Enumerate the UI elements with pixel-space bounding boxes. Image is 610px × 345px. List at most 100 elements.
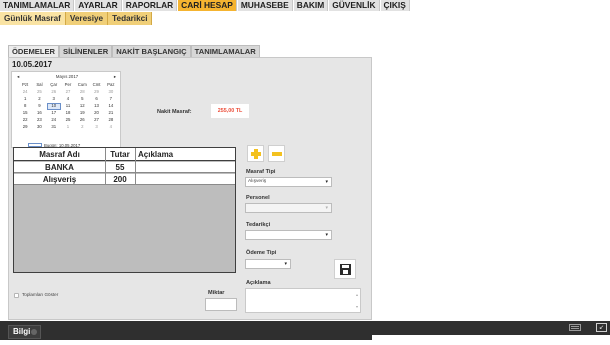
calendar[interactable]: ◂ Mayıs 2017 ▸ Pzt Sal Çar Per Cum Cmt Paz 24 25…	[11, 71, 121, 148]
odeme-tipi-select[interactable]: ▾	[245, 259, 291, 269]
tab-strip: ÖDEMELER SİLİNENLER NAKİT BAŞLANGIÇ TANI…	[8, 45, 260, 57]
table-row[interactable]: BANKA 55	[14, 162, 235, 173]
calendar-day[interactable]: 12	[75, 103, 89, 110]
calendar-day[interactable]: 1	[61, 124, 75, 131]
cell-note	[135, 162, 235, 172]
calendar-day[interactable]: 20	[89, 110, 103, 117]
calendar-day[interactable]: 5	[75, 96, 89, 103]
menu-guvenlik[interactable]: GÜVENLİK	[329, 0, 380, 11]
scroll-up-icon[interactable]: ▴	[356, 292, 358, 297]
menu-raporlar[interactable]: RAPORLAR	[122, 0, 178, 11]
calendar-next-icon[interactable]: ▸	[114, 74, 116, 80]
info-button[interactable]: Bilgi	[8, 325, 41, 339]
calendar-day[interactable]: 27	[61, 89, 75, 96]
calendar-day[interactable]: 27	[89, 117, 103, 124]
personel-select[interactable]: ▾	[245, 203, 332, 213]
aciklama-label: Açıklama	[246, 280, 271, 286]
calendar-day[interactable]: 25	[61, 117, 75, 124]
info-label: Bilgi	[13, 327, 31, 336]
calendar-day[interactable]: 28	[75, 89, 89, 96]
calendar-day[interactable]: 14	[104, 103, 118, 110]
calendar-weekday: Per	[64, 82, 72, 87]
calendar-day[interactable]: 4	[104, 124, 118, 131]
tab-odemeler[interactable]: ÖDEMELER	[8, 45, 60, 57]
submenu-gunluk-masraf[interactable]: Günlük Masraf	[0, 12, 66, 25]
tab-silinenler[interactable]: SİLİNENLER	[59, 45, 113, 57]
chevron-down-icon: ▾	[284, 261, 287, 267]
calendar-day[interactable]: 18	[61, 110, 75, 117]
submenu-veresiye[interactable]: Veresiye	[65, 12, 109, 25]
column-header-note[interactable]: Açıklama	[135, 148, 235, 160]
menu-tanimlamalar[interactable]: TANIMLAMALAR	[0, 0, 75, 11]
calendar-day[interactable]: 2	[32, 96, 46, 103]
calendar-day[interactable]: 15	[18, 110, 32, 117]
cell-name: Alışveriş	[42, 175, 77, 184]
calendar-day[interactable]: 1	[18, 96, 32, 103]
calendar-day[interactable]: 23	[32, 117, 46, 124]
masraf-tipi-select[interactable]: Alışveriş ▾	[245, 177, 332, 187]
calendar-day[interactable]: 11	[61, 103, 75, 110]
calendar-day[interactable]: 26	[47, 89, 61, 96]
calendar-day[interactable]: 9	[32, 103, 46, 110]
tab-tanimlamalar[interactable]: TANIMLAMALAR	[190, 45, 260, 57]
personel-label: Personel	[246, 195, 270, 201]
calendar-day[interactable]: 17	[47, 110, 61, 117]
menu-cari-hesap[interactable]: CARİ HESAP	[178, 0, 237, 11]
calendar-day[interactable]: 2	[75, 124, 89, 131]
calendar-day[interactable]: 30	[32, 124, 46, 131]
add-button[interactable]	[247, 145, 264, 162]
cell-amount: 200	[113, 175, 127, 184]
expand-icon[interactable]: ↙	[596, 323, 607, 332]
calendar-day[interactable]: 31	[47, 124, 61, 131]
column-header-amount[interactable]: Tutar	[105, 148, 135, 160]
keyboard-icon[interactable]	[569, 324, 581, 331]
calendar-day[interactable]: 28	[104, 117, 118, 124]
submenu-tedarikci[interactable]: Tedarikci	[108, 12, 153, 25]
calendar-day[interactable]: 16	[32, 110, 46, 117]
calendar-day[interactable]: 29	[89, 89, 103, 96]
show-totals-checkbox[interactable]	[14, 293, 19, 298]
calendar-day[interactable]: 6	[89, 96, 103, 103]
menu-muhasebe[interactable]: MUHASEBE	[237, 0, 293, 11]
tedarikci-select[interactable]: ▾	[245, 230, 332, 240]
miktar-label: Miktar	[208, 290, 225, 296]
miktar-input[interactable]	[205, 298, 237, 311]
calendar-day[interactable]: 3	[47, 96, 61, 103]
calendar-day[interactable]: 24	[47, 117, 61, 124]
calendar-day[interactable]: 30	[104, 89, 118, 96]
calendar-day[interactable]: 8	[18, 103, 32, 110]
aciklama-textarea[interactable]: ▴ ▾	[245, 288, 361, 313]
save-button[interactable]	[334, 259, 356, 279]
calendar-weekday: Çar	[50, 82, 58, 87]
help-icon	[31, 329, 37, 335]
expense-table[interactable]: Masraf Adı Tutar Açıklama BANKA 55 Alışv…	[13, 147, 236, 273]
calendar-day-today[interactable]: 10	[46, 103, 61, 110]
scroll-down-icon[interactable]: ▾	[356, 304, 358, 309]
calendar-day[interactable]: 7	[104, 96, 118, 103]
calendar-day[interactable]: 3	[89, 124, 103, 131]
calendar-day[interactable]: 24	[18, 89, 32, 96]
calendar-day[interactable]: 29	[18, 124, 32, 131]
remove-button[interactable]	[268, 145, 285, 162]
cell-note	[135, 174, 235, 184]
calendar-day[interactable]: 4	[61, 96, 75, 103]
calendar-weekday: Sal	[36, 82, 43, 87]
table-header: Masraf Adı Tutar Açıklama	[14, 148, 235, 161]
calendar-day[interactable]: 26	[75, 117, 89, 124]
column-divider	[105, 148, 106, 184]
calendar-day[interactable]: 25	[32, 89, 46, 96]
tab-nakit-baslangic[interactable]: NAKİT BAŞLANGIÇ	[112, 45, 191, 57]
menu-ayarlar[interactable]: AYARLAR	[75, 0, 122, 11]
column-header-name[interactable]: Masraf Adı	[14, 148, 105, 160]
menu-cikis[interactable]: ÇIKIŞ	[380, 0, 410, 11]
table-row[interactable]: Alışveriş 200	[14, 174, 235, 185]
menu-bakim[interactable]: BAKIM	[293, 0, 329, 11]
sub-menu: Günlük Masraf Veresiye Tedarikci	[0, 12, 610, 25]
calendar-prev-icon[interactable]: ◂	[17, 74, 19, 80]
calendar-day[interactable]: 13	[89, 103, 103, 110]
calendar-day[interactable]: 19	[75, 110, 89, 117]
calendar-weekday: Paz	[107, 82, 115, 87]
calendar-day[interactable]: 22	[18, 117, 32, 124]
chevron-down-icon: ▾	[325, 232, 328, 238]
calendar-day[interactable]: 21	[104, 110, 118, 117]
